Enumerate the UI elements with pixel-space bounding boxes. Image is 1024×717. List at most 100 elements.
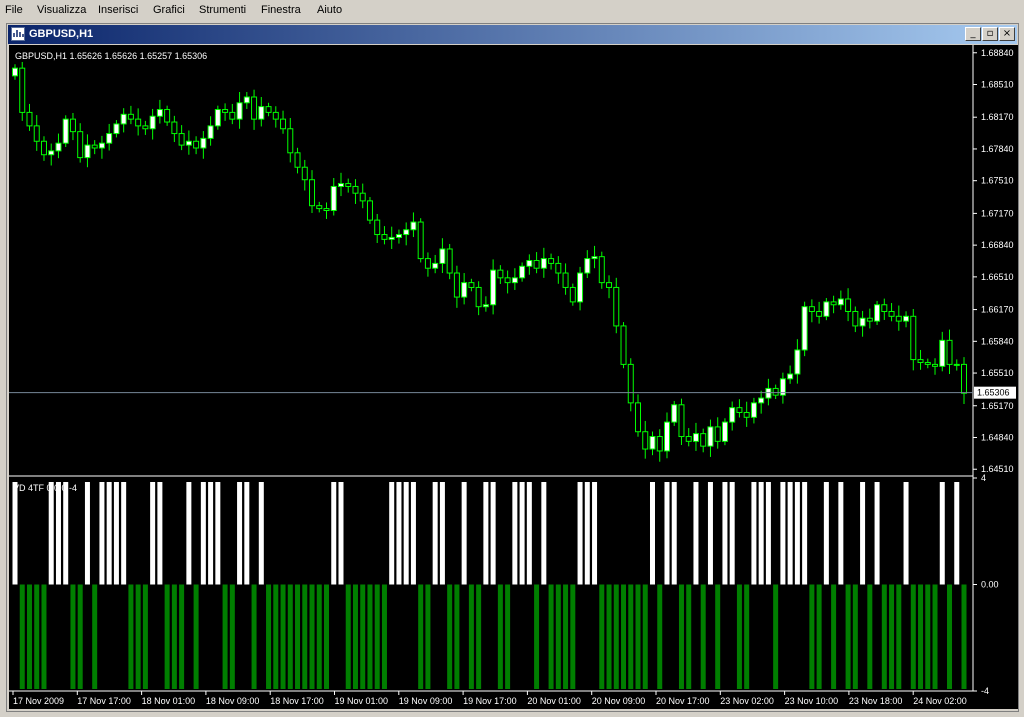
bull-candle [663,421,670,452]
bull-candle [903,315,910,322]
bull-candle [337,183,344,187]
indicator-tick-label: 4 [981,473,986,483]
current-price-label: 1.65306 [977,388,1010,398]
bull-candle [12,67,18,77]
menu-grafici[interactable]: Grafici [153,4,185,16]
histogram-bar-up [244,482,250,585]
histogram-bar-up [258,482,264,585]
histogram-bar-up [823,482,829,585]
histogram-bar-down [360,584,366,689]
histogram-bar-down [925,584,931,689]
histogram-bar-up [874,482,880,585]
bear-candle [830,301,837,306]
menu-file[interactable]: File [5,4,23,16]
price-tick-label: 1.64840 [981,432,1014,442]
price-tick-label: 1.68170 [981,112,1014,122]
bull-candle [432,262,439,269]
histogram-bar-up [150,482,156,585]
histogram-bar-up [765,482,771,585]
histogram-bar-down [918,584,924,689]
histogram-bar-up [439,482,445,585]
minimize-button[interactable]: _ [965,27,981,41]
histogram-bar-up [99,482,105,585]
histogram-bar-down [700,584,706,689]
time-tick-label: 18 Nov 17:00 [270,696,324,706]
bull-candle [591,256,598,260]
bear-candle [700,433,707,447]
histogram-bar-up [780,482,786,585]
bull-candle [823,301,830,317]
menu-aiuto[interactable]: Aiuto [317,4,342,16]
bull-candle [410,221,417,231]
histogram-bar-up [903,482,909,585]
bear-candle [635,402,642,433]
histogram-bar-down [193,584,199,689]
indicator-tick-label: 0.00 [981,580,999,590]
price-tick-label: 1.67510 [981,176,1014,186]
bull-candle [439,248,446,264]
title-bar[interactable]: GBPUSD,H1 _ ▫ × [8,25,1017,44]
bear-candle [685,436,692,442]
bear-candle [569,286,576,303]
histogram-bar-up [649,482,655,585]
bear-candle [171,121,178,135]
bear-candle [932,363,939,367]
histogram-bar-up [237,482,243,585]
histogram-bar-down [621,584,627,689]
menu-finestra[interactable]: Finestra [261,4,301,16]
chart-area[interactable]: 1.68840 1.68510 1.68170 1.67840 1.67510 1.671… [9,45,1018,709]
bull-candle [120,113,127,125]
menu-bar: File Visualizza Inserisci Grafici Strume… [0,0,1024,21]
histogram-bar-up [186,482,192,585]
histogram-bar-down [280,584,286,689]
indicator-label: VD 4TF 0 0 0 -4 [13,483,77,493]
histogram-bar-down [26,584,32,689]
price-chart-svg[interactable]: 1.68840 1.68510 1.68170 1.67840 1.67510 1.671… [9,45,1018,709]
bear-candle [222,109,229,113]
bull-candle [113,123,120,135]
bull-candle [859,317,866,327]
histogram-bar-up [55,482,61,585]
bull-candle [490,269,497,306]
histogram-bar-down [606,584,612,689]
histogram-bar-down [324,584,330,689]
restore-button[interactable]: ▫ [982,27,998,41]
close-button[interactable]: × [999,27,1015,41]
bear-candle [613,286,620,327]
bear-candle [961,363,967,394]
bull-candle [48,150,55,156]
bear-candle [816,310,823,317]
histogram-bar-down [295,584,301,689]
time-tick-label: 20 Nov 01:00 [527,696,581,706]
histogram-bar-down [374,584,380,689]
histogram-bar-up [758,482,764,585]
histogram-bar-up [722,482,728,585]
bull-candle [84,144,91,159]
menu-inserisci[interactable]: Inserisci [98,4,138,16]
histogram-bar-down [135,584,141,689]
bull-candle [149,115,156,130]
bear-candle [504,277,511,284]
bear-candle [178,133,185,146]
bull-candle [584,258,591,274]
bear-candle [374,219,381,236]
menu-strumenti[interactable]: Strumenti [199,4,246,16]
bull-candle [243,96,250,104]
histogram-bar-down [910,584,916,689]
histogram-bar-down [635,584,641,689]
histogram-bar-up [939,482,945,585]
bear-candle [714,426,721,442]
bull-candle [801,306,808,351]
bear-candle [316,205,323,210]
bull-candle [729,407,736,423]
bear-candle [352,185,359,194]
menu-visualizza[interactable]: Visualizza [37,4,86,16]
bull-candle [62,118,69,144]
bear-candle [77,131,84,159]
histogram-bar-up [751,482,757,585]
bear-candle [417,221,424,260]
histogram-bar-down [715,584,721,689]
histogram-bar-up [403,482,409,585]
histogram-bar-down [932,584,938,689]
bear-candle [164,109,171,123]
